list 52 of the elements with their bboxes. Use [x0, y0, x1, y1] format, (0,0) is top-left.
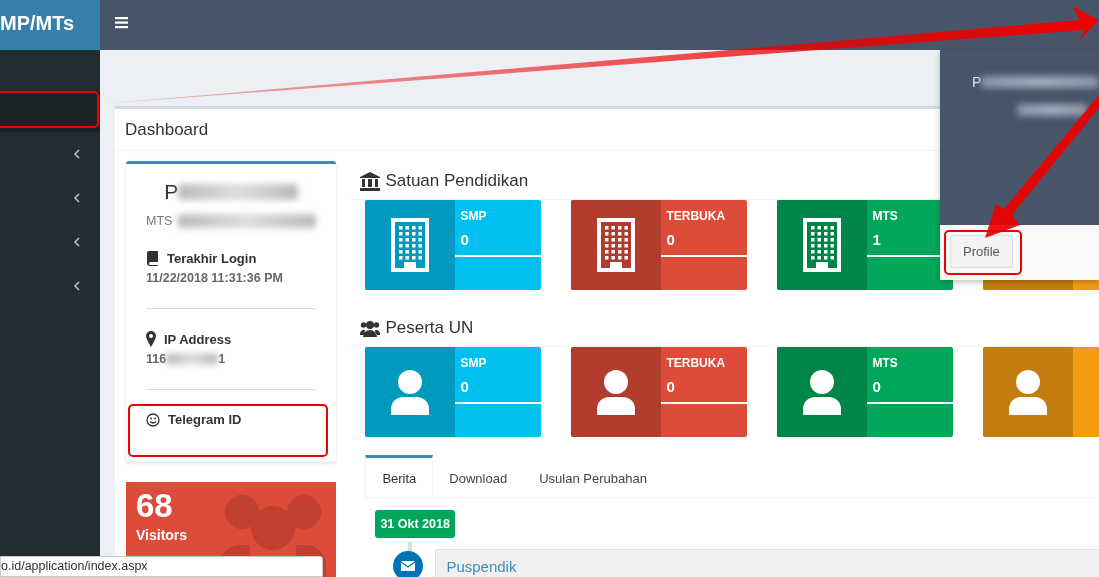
tile-label: TERBUKA: [666, 356, 727, 370]
chevron-left-icon: [74, 281, 80, 291]
tab[interactable]: Berita: [365, 455, 434, 497]
tile-value: 1: [872, 231, 882, 248]
tile-value: 0: [872, 378, 882, 395]
field-label: Telegram ID: [168, 412, 242, 427]
building-icon: [803, 218, 842, 272]
user-icon: [391, 369, 430, 415]
field-value: 1: [218, 352, 226, 366]
field-value: 116: [146, 352, 167, 366]
blurred-text: [166, 353, 219, 365]
tile-label: SMP: [460, 356, 488, 370]
field-label: Terakhir Login: [167, 250, 257, 266]
school-name: MTS: [146, 214, 173, 228]
user-icon: [803, 369, 842, 415]
book-icon: [146, 250, 159, 266]
profile-button[interactable]: Profile: [950, 235, 1013, 268]
user-icon: [1009, 369, 1048, 415]
section-title: Satuan Pendidikan: [385, 171, 529, 191]
envelope-glyph-icon: [401, 561, 416, 571]
visitor-label: Visitors: [136, 528, 188, 544]
tab[interactable]: Usulan Perubahan: [523, 455, 663, 497]
tile-value: 0: [460, 231, 470, 248]
chevron-left-icon: [74, 237, 80, 247]
building-icon: [391, 218, 430, 272]
tile-label: MTS: [872, 209, 899, 223]
section-title: Peserta UN: [385, 318, 474, 338]
map-pin-icon: [146, 331, 156, 347]
blurred-text: [1017, 104, 1087, 116]
tile-label: TERBUKA: [666, 209, 727, 223]
user-icon: [597, 369, 636, 415]
tile-value: 0: [666, 231, 676, 248]
smiley-icon: [146, 412, 160, 427]
chevron-left-icon: [74, 193, 80, 203]
tile-label: MTS: [872, 356, 899, 370]
tile-value: 0: [666, 378, 676, 395]
building-icon: [597, 218, 636, 272]
profile-name: P: [164, 180, 179, 204]
field-label: IP Address: [164, 331, 232, 347]
field-value: 11/22/2018 11:31:36 PM: [146, 271, 284, 285]
users-icon: [360, 319, 381, 337]
visitor-count: 68: [136, 488, 173, 525]
user-name: P: [972, 74, 982, 90]
bank-icon: [360, 171, 381, 191]
chevron-left-icon: [74, 149, 80, 159]
date-label: 31 Okt 2018: [375, 510, 455, 538]
tab[interactable]: Download: [433, 455, 524, 497]
brand-title: MP/MTs: [0, 12, 75, 35]
menu-icon: [115, 17, 128, 29]
tile-value: 0: [460, 378, 470, 395]
status-url: o.id/application/index.aspx: [1, 559, 148, 573]
tile-label: SMP: [460, 209, 488, 223]
